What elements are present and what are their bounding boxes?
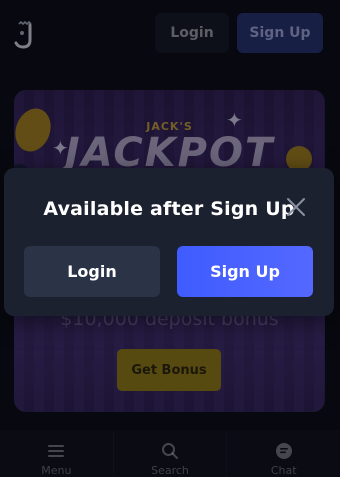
modal-signup-button[interactable]: Sign Up — [177, 246, 313, 297]
page: Login Sign Up ✦ ✦ JACK'S JACKPOT $10,000… — [0, 0, 340, 477]
signup-required-modal: Available after Sign Up Login Sign Up — [4, 168, 334, 316]
close-icon[interactable] — [285, 196, 307, 218]
modal-login-button[interactable]: Login — [24, 246, 160, 297]
